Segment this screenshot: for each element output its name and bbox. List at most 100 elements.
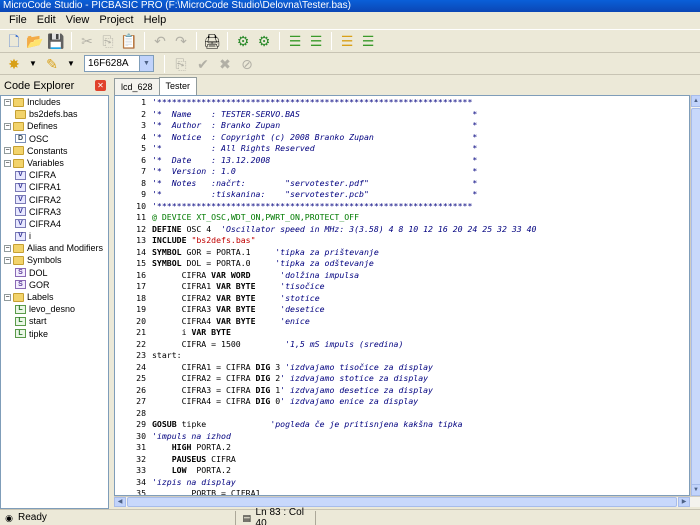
tree-item[interactable]: Lstart <box>1 315 108 327</box>
tree-expander-icon[interactable]: − <box>4 244 11 252</box>
tree-item[interactable]: V CIFRA <box>1 169 108 181</box>
tree-expander-icon[interactable]: − <box>4 159 11 167</box>
tree-item-label: bs2defs.bas <box>29 109 78 120</box>
program-icon[interactable]: ⎘ <box>171 54 191 74</box>
tree-item[interactable]: − Alias and Modifiers <box>1 242 108 254</box>
plugin-icon[interactable]: ✎ <box>42 54 62 74</box>
outdent-icon[interactable]: ☰ <box>306 31 326 51</box>
horizontal-scrollbar[interactable]: ◀ ▶ <box>114 496 700 507</box>
tree-expander-icon[interactable]: − <box>4 98 11 106</box>
code-explorer-tree: − Includes bs2defs.bas − Defines D OSC − Constan… <box>0 95 109 509</box>
code-line: 32 PAUSEUS CIFRA <box>115 454 689 466</box>
stop-icon[interactable]: ⊘ <box>237 54 257 74</box>
code-token: 'impuls na izhod <box>152 430 231 441</box>
star-icon[interactable]: ✸ <box>4 54 24 74</box>
code-token: 'izpis na display <box>152 476 236 487</box>
scroll-thumb[interactable] <box>127 497 677 507</box>
paste-icon[interactable]: 📋 <box>119 31 139 51</box>
indent-icon[interactable]: ☰ <box>285 31 305 51</box>
tree-expander-icon[interactable]: − <box>4 147 11 155</box>
tree-item[interactable]: Llevo_desno <box>1 303 108 315</box>
code-editor[interactable]: 1 '**************************************… <box>114 95 690 496</box>
tree-item[interactable]: − Labels <box>1 291 108 303</box>
tree-item-label: Labels <box>27 292 54 302</box>
code-line: 11 @ DEVICE XT_OSC,WDT_ON,PWRT_ON,PROTECT… <box>115 212 689 224</box>
scroll-left-icon[interactable]: ◀ <box>114 497 126 507</box>
tree-item[interactable]: Vi <box>1 230 108 242</box>
tree-item[interactable]: V CIFRA2 <box>1 194 108 206</box>
verify-icon[interactable]: ✔ <box>193 54 213 74</box>
tree-item[interactable]: S GOR <box>1 279 108 291</box>
redo-icon[interactable]: ↷ <box>171 31 191 51</box>
tree-item[interactable]: V CIFRA4 <box>1 218 108 230</box>
menu-help[interactable]: Help <box>139 12 172 29</box>
menu-file[interactable]: File <box>4 12 32 29</box>
line-number: 12 <box>136 223 146 234</box>
scroll-down-icon[interactable]: ▼ <box>691 484 700 496</box>
code-token: INCLUDE <box>152 235 187 245</box>
toolbar-separator <box>144 32 145 50</box>
tree-item[interactable]: V CIFRA1 <box>1 181 108 193</box>
scroll-thumb[interactable] <box>691 108 700 488</box>
code-token: 1 <box>270 384 281 395</box>
menu-view[interactable]: View <box>61 12 95 29</box>
undo-icon[interactable]: ↶ <box>150 31 170 51</box>
cut-icon[interactable]: ✂ <box>77 31 97 51</box>
tree-item[interactable]: bs2defs.bas <box>1 108 108 120</box>
code-line: 19 CIFRA3 VAR BYTE 'desetice <box>115 304 689 316</box>
compile-icon[interactable]: ⚙ <box>233 31 253 51</box>
open-folder-icon[interactable]: 📂 <box>25 31 45 51</box>
compile-program-icon[interactable]: ⚙ <box>254 31 274 51</box>
toolbar-separator <box>227 32 228 50</box>
tab-tester[interactable]: Tester <box>158 77 198 95</box>
tree-item-label: Includes <box>27 97 61 107</box>
new-file-icon[interactable]: 🗋 <box>4 31 24 51</box>
tree-item[interactable]: − Variables <box>1 157 108 169</box>
print-icon[interactable]: 🖨 <box>202 31 222 51</box>
tree-expander-icon[interactable]: − <box>4 257 11 265</box>
scroll-up-icon[interactable]: ▲ <box>691 95 700 107</box>
tab-lcd-628[interactable]: lcd_628 <box>114 78 160 95</box>
line-number: 4 <box>141 131 146 142</box>
vertical-scrollbar[interactable]: ▲ ▼ <box>690 95 700 496</box>
status-bar: ◉ Ready ▤ Ln 83 : Col 40 <box>0 507 700 525</box>
tree-item[interactable]: − Defines <box>1 120 108 132</box>
code-text: '* : All Rights Reserved * <box>152 143 477 155</box>
code-token: @ DEVICE XT_OSC,WDT_ON,PWRT_ON,PROTECT_O… <box>152 212 360 222</box>
tree-item[interactable]: − Constants <box>1 145 108 157</box>
code-token: VAR BYTE <box>216 315 256 326</box>
code-token: 'dolžina impulsa <box>280 269 360 280</box>
chevron-down-icon[interactable]: ▼ <box>139 56 153 71</box>
tree-expander-icon[interactable]: − <box>4 293 11 301</box>
line-number: 25 <box>136 373 146 383</box>
tree-item[interactable]: S DOL <box>1 267 108 279</box>
tree-item[interactable]: − Includes <box>1 96 108 108</box>
uncomment-icon[interactable]: ☰ <box>358 31 378 51</box>
code-text: CIFRA1 = CIFRA DIG 3 'izdvajamo tisočice… <box>152 362 433 374</box>
tree-item[interactable]: − Symbols <box>1 254 108 266</box>
tree-item[interactable]: Ltipke <box>1 328 108 340</box>
code-token: VAR BYTE <box>216 281 256 291</box>
save-icon[interactable]: 💾 <box>46 31 66 51</box>
tree-item[interactable]: D OSC <box>1 133 108 145</box>
chevron-down-icon[interactable]: ▼ <box>26 54 40 74</box>
tree-item-label: Alias and Modifiers <box>27 243 104 254</box>
chevron-down-icon[interactable]: ▼ <box>64 54 78 74</box>
tree-item[interactable]: V CIFRA3 <box>1 206 108 218</box>
close-icon[interactable]: ✕ <box>95 80 106 91</box>
menu-edit[interactable]: Edit <box>32 12 61 29</box>
device-select[interactable]: 16F628A ▼ <box>84 55 154 72</box>
variable-icon: V <box>15 231 26 241</box>
tree-expander-icon[interactable]: − <box>4 122 11 130</box>
code-line: 16 CIFRA VAR WORD 'dolžina impulsa <box>115 270 689 282</box>
comment-icon[interactable]: ☰ <box>337 31 357 51</box>
line-number: 29 <box>136 419 146 429</box>
line-number: 15 <box>136 258 146 268</box>
code-token: 'tisočice <box>280 281 325 291</box>
erase-icon[interactable]: ✖ <box>215 54 235 74</box>
scroll-right-icon[interactable]: ▶ <box>678 497 690 507</box>
copy-icon[interactable]: ⎘ <box>98 31 118 51</box>
menu-project[interactable]: Project <box>94 12 138 29</box>
